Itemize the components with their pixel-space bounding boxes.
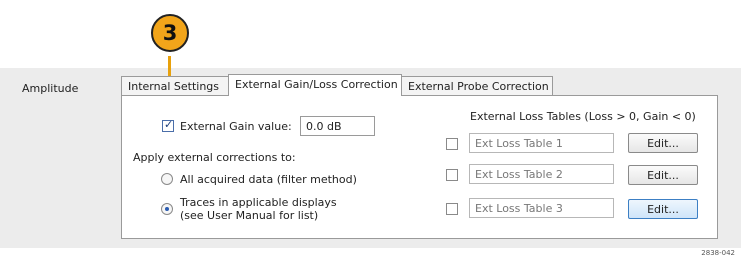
loss-table-3-field[interactable]: Ext Loss Table 3 (469, 198, 614, 218)
loss-table-1-field[interactable]: Ext Loss Table 1 (469, 133, 614, 153)
callout-badge: 3 (151, 14, 189, 52)
radio-all-acquired-data[interactable] (161, 173, 173, 185)
section-label: Amplitude (22, 82, 79, 95)
external-gain-checkbox[interactable] (162, 118, 174, 132)
loss-table-1-checkbox[interactable] (446, 138, 458, 150)
external-gain-input[interactable]: 0.0 dB (300, 116, 375, 136)
loss-table-2-checkbox[interactable] (446, 169, 458, 181)
tab-internal-settings[interactable]: Internal Settings (121, 76, 229, 96)
loss-table-2-field[interactable]: Ext Loss Table 2 (469, 164, 614, 184)
loss-tables-heading: External Loss Tables (Loss > 0, Gain < 0… (470, 110, 696, 123)
loss-table-3-edit-button[interactable]: Edit... (628, 199, 698, 219)
tab-external-probe-correction[interactable]: External Probe Correction (401, 76, 553, 96)
tab-external-gain-loss-correction[interactable]: External Gain/Loss Correction (228, 74, 402, 96)
radio-traces-applicable-displays[interactable] (161, 203, 173, 215)
figure-id: 2838-042 (701, 249, 735, 257)
external-gain-label: External Gain value: (180, 120, 292, 133)
radio-traces-label-line2: (see User Manual for list) (180, 209, 319, 222)
apply-corrections-heading: Apply external corrections to: (133, 151, 296, 164)
radio-all-acquired-data-label: All acquired data (filter method) (180, 173, 357, 186)
loss-table-2-edit-button[interactable]: Edit... (628, 165, 698, 185)
radio-traces-label-line1: Traces in applicable displays (180, 196, 337, 209)
loss-table-1-edit-button[interactable]: Edit... (628, 133, 698, 153)
loss-table-3-checkbox[interactable] (446, 203, 458, 215)
